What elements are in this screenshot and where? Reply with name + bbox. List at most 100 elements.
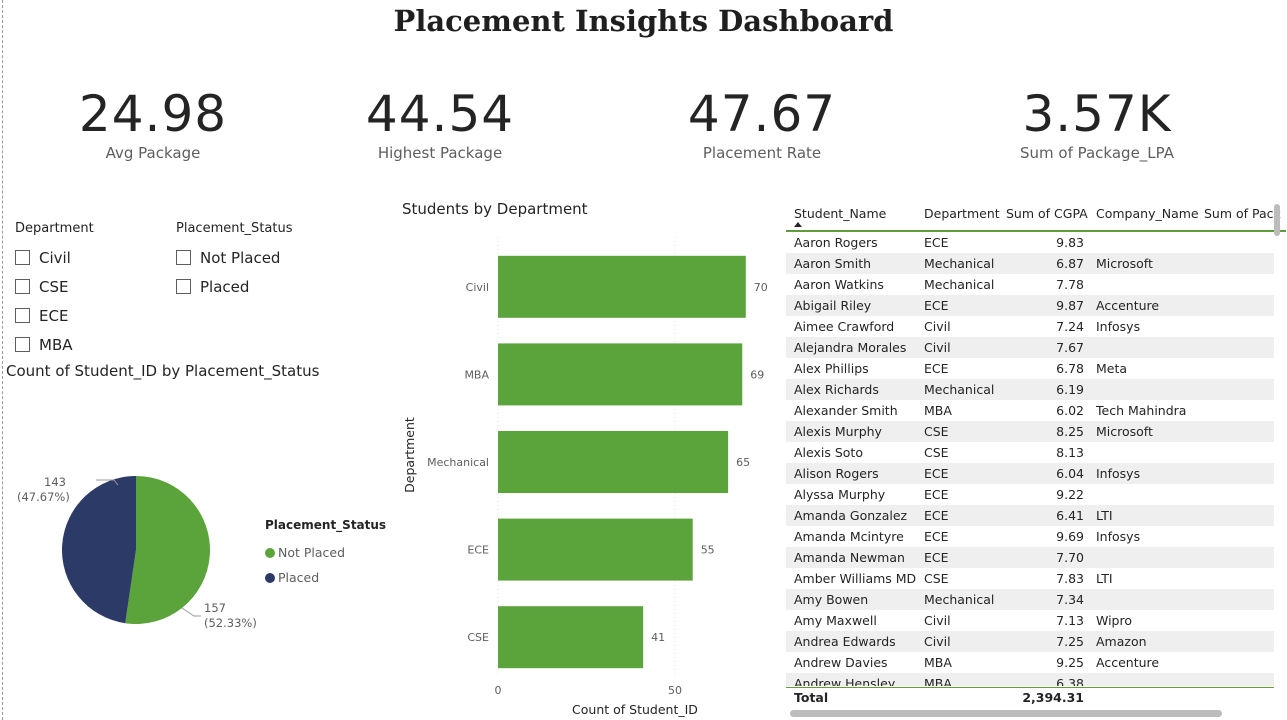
slicer-option-placed[interactable]: Placed [176, 272, 293, 301]
checkbox[interactable] [176, 250, 191, 265]
slicer-option-not-placed[interactable]: Not Placed [176, 243, 293, 272]
table-row[interactable]: Aimee Crawford Civil 7.24 Infosys [786, 316, 1274, 337]
cell-cgpa: 7.67 [1056, 340, 1084, 355]
table-row[interactable]: Andrew Davies MBA 9.25 Accenture [786, 652, 1274, 673]
cell-student-name: Amy Bowen [794, 592, 869, 607]
bar-mechanical[interactable] [498, 431, 729, 493]
y-tick-label: CSE [467, 631, 489, 644]
cell-cgpa: 6.41 [1056, 508, 1084, 523]
column-header-company[interactable]: Company_Name [1096, 206, 1199, 221]
table-row[interactable]: Amy Bowen Mechanical 7.34 [786, 589, 1274, 610]
table-row[interactable]: Alexis Murphy CSE 8.25 Microsoft [786, 421, 1274, 442]
legend-label: Not Placed [278, 545, 346, 560]
cell-cgpa: 7.24 [1056, 319, 1084, 334]
cell-department: Civil [924, 634, 951, 649]
bar-cse[interactable] [498, 606, 644, 669]
horizontal-scrollbar[interactable] [790, 710, 1222, 717]
y-axis-title: Department [402, 417, 417, 493]
column-header-department[interactable]: Department [924, 206, 1000, 221]
table-row[interactable]: Aaron Smith Mechanical 6.87 Microsoft [786, 253, 1274, 274]
kpi-avg-package[interactable]: 24.98 Avg Package [3, 85, 303, 162]
table-row[interactable]: Andrew Hensley MBA 6.38 [786, 673, 1274, 686]
table-row[interactable]: Amber Williams MD CSE 7.83 LTI [786, 568, 1274, 589]
legend-item-not-placed[interactable]: Not Placed [265, 540, 386, 565]
kpi-placement-rate[interactable]: 47.67 Placement Rate [612, 85, 912, 162]
kpi-label: Sum of Package_LPA [1019, 144, 1174, 162]
cell-cgpa: 8.13 [1056, 445, 1084, 460]
cell-department: ECE [924, 529, 949, 544]
cell-cgpa: 7.34 [1056, 592, 1084, 607]
cell-department: Civil [924, 319, 951, 334]
bar-data-label: 65 [736, 456, 750, 469]
cell-cgpa: 8.25 [1056, 424, 1084, 439]
column-header-package[interactable]: Sum of Pack [1204, 206, 1281, 221]
bar-mba[interactable] [498, 343, 743, 406]
cell-student-name: Andrea Edwards [794, 634, 896, 649]
slicer-title: Placement_Status [176, 221, 293, 236]
kpi-label: Placement Rate [702, 144, 822, 162]
cell-cgpa: 7.78 [1056, 277, 1084, 292]
cell-student-name: Abigail Riley [794, 298, 872, 313]
cell-department: ECE [924, 508, 949, 523]
student-table[interactable]: Student_Name Department Sum of CGPA Comp… [786, 198, 1286, 720]
sort-ascending-icon[interactable] [794, 222, 802, 227]
kpi-highest-package[interactable]: 44.54 Highest Package [290, 85, 590, 162]
table-row[interactable]: Alyssa Murphy ECE 9.22 [786, 484, 1274, 505]
cell-cgpa: 7.25 [1056, 634, 1084, 649]
pie-slice-placed[interactable] [62, 476, 136, 624]
cell-cgpa: 9.87 [1056, 298, 1084, 313]
legend-item-placed[interactable]: Placed [265, 565, 386, 590]
table-total-row: Total 2,394.31 [786, 687, 1274, 709]
slicer-option-ece[interactable]: ECE [15, 301, 94, 330]
checkbox[interactable] [15, 250, 30, 265]
table-row[interactable]: Alex Phillips ECE 6.78 Meta [786, 358, 1274, 379]
table-row[interactable]: Amanda Mcintyre ECE 9.69 Infosys [786, 526, 1274, 547]
slicer-option-cse[interactable]: CSE [15, 272, 94, 301]
table-row[interactable]: Amy Maxwell Civil 7.13 Wipro [786, 610, 1274, 631]
cell-cgpa: 9.22 [1056, 487, 1084, 502]
cell-cgpa: 9.69 [1056, 529, 1084, 544]
bar-chart[interactable]: 0 50 Civil 70 MBA 69 Mechanical 65 ECE 55 CSE 41 Cou… [395, 225, 785, 720]
slicer-option-mba[interactable]: MBA [15, 330, 94, 359]
cell-company: Wipro [1096, 613, 1133, 628]
table-row[interactable]: Alison Rogers ECE 6.04 Infosys [786, 463, 1274, 484]
dashboard-title: Placement Insights Dashboard [393, 4, 894, 38]
table-row[interactable]: Alex Richards Mechanical 6.19 [786, 379, 1274, 400]
legend-swatch [265, 572, 275, 583]
pie-chart[interactable] [0, 380, 260, 710]
table-row[interactable]: Alexis Soto CSE 8.13 [786, 442, 1274, 463]
cell-department: CSE [924, 571, 949, 586]
checkbox[interactable] [15, 308, 30, 323]
bar-civil[interactable] [498, 255, 746, 318]
cell-department: Civil [924, 613, 951, 628]
checkbox[interactable] [176, 279, 191, 294]
pie-slice-not-placed[interactable] [125, 476, 211, 624]
cell-department: CSE [924, 445, 949, 460]
table-row[interactable]: Amanda Newman ECE 7.70 [786, 547, 1274, 568]
table-row[interactable]: Alexander Smith MBA 6.02 Tech Mahindra [786, 400, 1274, 421]
pie-label-percent: (47.67%) [17, 490, 70, 504]
cell-company: Amazon [1096, 634, 1147, 649]
cell-department: Mechanical [924, 382, 995, 397]
kpi-sum-package[interactable]: 3.57K Sum of Package_LPA [947, 85, 1247, 162]
cell-department: ECE [924, 487, 949, 502]
slicer-option-civil[interactable]: Civil [15, 243, 94, 272]
checkbox[interactable] [15, 279, 30, 294]
table-row[interactable]: Amanda Gonzalez ECE 6.41 LTI [786, 505, 1274, 526]
column-header-student-name[interactable]: Student_Name [794, 206, 886, 221]
pie-label-count: 143 [44, 475, 66, 489]
vertical-scrollbar[interactable] [1274, 204, 1280, 236]
table-row[interactable]: Abigail Riley ECE 9.87 Accenture [786, 295, 1274, 316]
table-row[interactable]: Andrea Edwards Civil 7.25 Amazon [786, 631, 1274, 652]
table-row[interactable]: Aaron Rogers ECE 9.83 [786, 232, 1274, 253]
kpi-label: Avg Package [105, 144, 201, 162]
column-header-cgpa[interactable]: Sum of CGPA [1006, 206, 1088, 221]
slicer-option-label: Civil [39, 248, 71, 267]
table-row[interactable]: Aaron Watkins Mechanical 7.78 [786, 274, 1274, 295]
bar-ece[interactable] [498, 518, 693, 581]
pie-label-count: 157 [204, 601, 226, 615]
checkbox[interactable] [15, 337, 30, 352]
cell-department: MBA [924, 655, 952, 670]
cell-department: ECE [924, 235, 949, 250]
table-row[interactable]: Alejandra Morales Civil 7.67 [786, 337, 1274, 358]
